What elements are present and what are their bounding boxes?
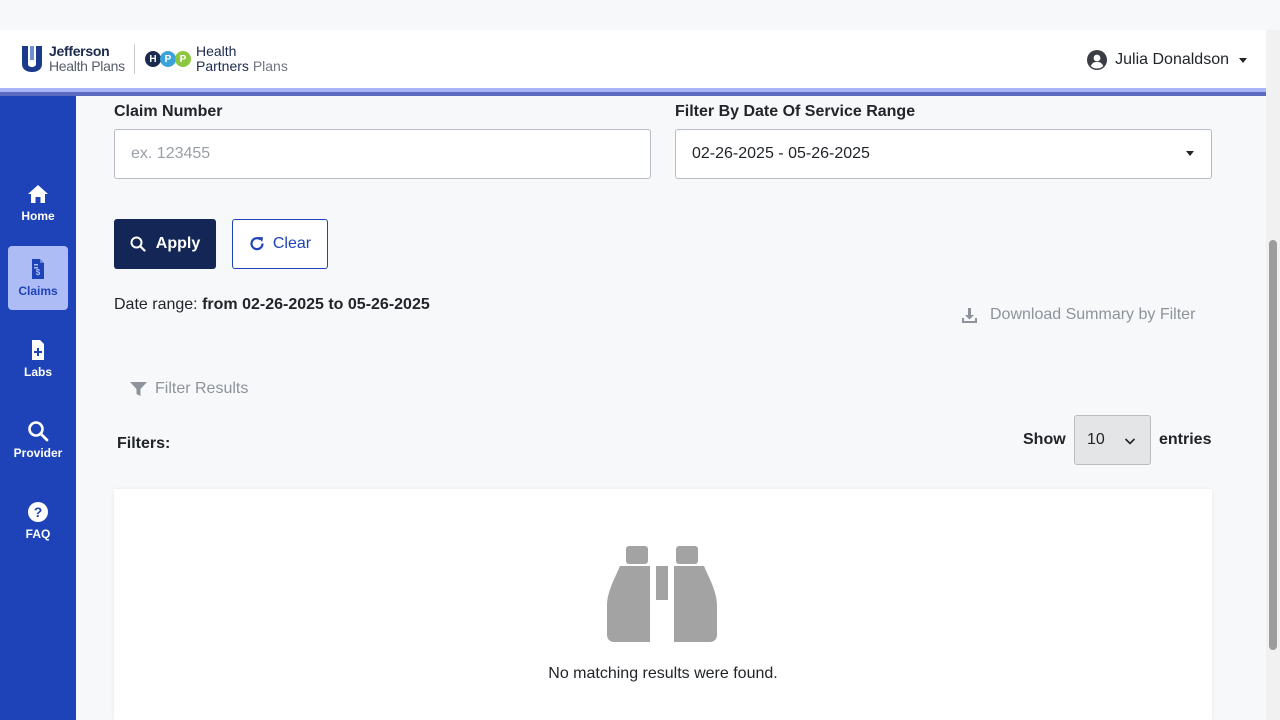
- date-range-summary: Date range: from 02-26-2025 to 05-26-202…: [114, 296, 430, 314]
- jefferson-health-plans-logo[interactable]: Jefferson Health Plans: [22, 44, 125, 74]
- results-panel: No matching results were found.: [114, 489, 1212, 720]
- sidebar-item-label: Labs: [23, 365, 52, 379]
- date-range-select-value: 02-26-2025 - 05-26-2025: [692, 145, 870, 162]
- sidebar-item-provider[interactable]: Provider: [8, 408, 68, 472]
- hpp-letter-p1: P: [160, 51, 176, 67]
- date-range-prefix: Date range:: [114, 296, 198, 313]
- question-circle-icon: ?: [28, 502, 48, 522]
- entries-label: entries: [1159, 431, 1212, 448]
- logo-jefferson-line1: Jefferson: [49, 43, 110, 59]
- header-accent-bar: [0, 88, 1266, 96]
- labs-file-plus-icon: [32, 340, 44, 360]
- jefferson-logo-mark-icon: [22, 46, 42, 72]
- hpp-logo-mark-icon: H P P: [145, 51, 191, 67]
- logo-jefferson-line2: Health Plans: [49, 58, 125, 74]
- show-entries-label: Show: [1023, 431, 1066, 448]
- sidebar-item-claims[interactable]: $ Claims: [8, 246, 68, 310]
- sidebar-item-home[interactable]: Home: [8, 171, 68, 235]
- refresh-icon: [250, 237, 264, 251]
- entries-per-page-value: 10: [1087, 431, 1105, 448]
- download-summary-button[interactable]: Download Summary by Filter: [961, 306, 1195, 324]
- hpp-letter-h: H: [145, 51, 161, 67]
- date-filter-label: Filter By Date Of Service Range: [675, 103, 916, 120]
- logo-hpp-line2b: Plans: [252, 58, 288, 74]
- claim-number-label: Claim Number: [114, 103, 223, 120]
- svg-text:?: ?: [34, 504, 43, 520]
- claim-number-input[interactable]: [114, 129, 651, 179]
- chevron-down-icon: [1124, 438, 1136, 445]
- date-range-select[interactable]: 02-26-2025 - 05-26-2025: [675, 129, 1212, 179]
- filter-funnel-icon: [130, 381, 147, 396]
- page-scrollbar[interactable]: [1266, 30, 1280, 720]
- filter-results-toggle[interactable]: Filter Results: [130, 380, 248, 398]
- user-menu-dropdown[interactable]: Julia Donaldson: [1087, 50, 1247, 70]
- hpp-letter-p2: P: [175, 51, 191, 67]
- clear-button[interactable]: Clear: [232, 219, 328, 269]
- sidebar-item-label: Claims: [18, 284, 58, 298]
- logo-hpp-line2a: Partners: [196, 58, 249, 74]
- sidebar-item-labs[interactable]: Labs: [8, 327, 68, 391]
- claims-document-icon: $: [32, 259, 44, 279]
- user-avatar-icon: [1087, 50, 1108, 70]
- scrollbar-thumb[interactable]: [1269, 240, 1277, 650]
- search-icon: [28, 421, 49, 442]
- logo-hpp-line1: Health: [196, 43, 237, 59]
- search-icon: [130, 236, 146, 252]
- svg-text:$: $: [36, 268, 41, 277]
- chevron-down-icon: [1239, 57, 1247, 63]
- date-range-value: from 02-26-2025 to 05-26-2025: [202, 296, 430, 313]
- top-strip: [0, 0, 1280, 30]
- binoculars-icon: [607, 546, 717, 642]
- health-partners-plans-logo[interactable]: H P P Health Partners Plans: [145, 44, 288, 74]
- chevron-down-icon: [1186, 151, 1194, 156]
- active-filters-label: Filters:: [117, 435, 171, 452]
- download-icon: [962, 307, 977, 323]
- filter-results-label: Filter Results: [155, 380, 249, 397]
- apply-button-label: Apply: [155, 235, 201, 252]
- logo-divider: [134, 44, 135, 74]
- sidebar-item-label: Home: [21, 209, 55, 223]
- home-icon: [28, 185, 48, 203]
- sidebar-item-label: FAQ: [25, 527, 51, 541]
- entries-per-page-select[interactable]: 10: [1074, 415, 1151, 465]
- sidebar-item-faq[interactable]: ? FAQ: [8, 489, 68, 553]
- sidebar-nav: Home $ Claims Labs Provider ? FAQ: [0, 96, 76, 720]
- download-summary-label: Download Summary by Filter: [990, 306, 1196, 323]
- empty-results-message: No matching results were found.: [548, 665, 778, 682]
- sidebar-item-label: Provider: [13, 446, 63, 460]
- clear-button-label: Clear: [272, 235, 312, 252]
- user-name: Julia Donaldson: [1115, 51, 1229, 68]
- apply-button[interactable]: Apply: [114, 219, 216, 269]
